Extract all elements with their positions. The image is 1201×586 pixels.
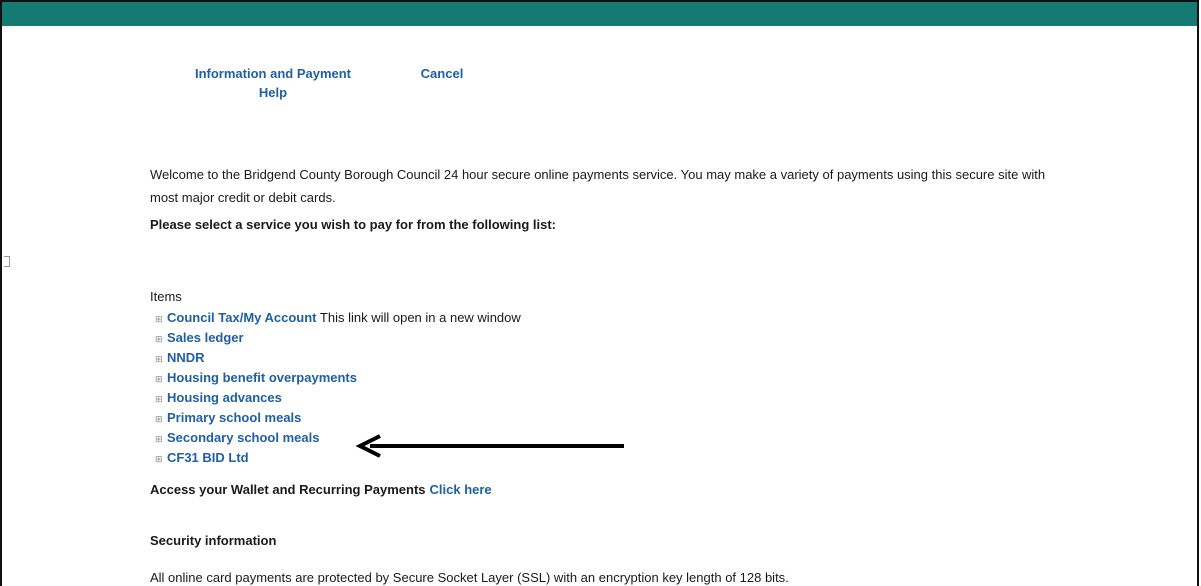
wallet-click-here-link[interactable]: Click here: [430, 482, 492, 497]
bullet-icon: ⊞: [155, 354, 163, 364]
bullet-icon: ⊞: [155, 434, 163, 444]
security-heading: Security information: [150, 533, 277, 548]
list-item: ⊞ Sales ledger: [155, 328, 521, 348]
new-window-note: This link will open in a new window: [319, 310, 521, 325]
nndr-link[interactable]: NNDR: [167, 350, 205, 365]
housing-advances-link[interactable]: Housing advances: [167, 390, 282, 405]
secondary-school-meals-link[interactable]: Secondary school meals: [167, 430, 319, 445]
welcome-text: Welcome to the Bridgend County Borough C…: [150, 167, 1046, 205]
header-bar: [2, 2, 1197, 26]
bullet-icon: ⊞: [155, 314, 163, 324]
bullet-icon: ⊞: [155, 454, 163, 464]
primary-school-meals-link[interactable]: Primary school meals: [167, 410, 301, 425]
top-navigation: Information and Payment Help Cancel: [150, 64, 570, 104]
wallet-text: Access your Wallet and Recurring Payment…: [150, 482, 426, 497]
info-link-line1: Information and Payment: [194, 66, 352, 81]
security-text: All online card payments are protected b…: [150, 570, 789, 585]
sales-ledger-link[interactable]: Sales ledger: [167, 330, 244, 345]
select-service-prompt: Please select a service you wish to pay …: [150, 217, 557, 232]
left-edge-mark: [4, 256, 10, 267]
housing-benefit-overpayments-link[interactable]: Housing benefit overpayments: [167, 370, 357, 385]
bullet-icon: ⊞: [155, 414, 163, 424]
info-link-line2: Help: [258, 85, 288, 100]
bullet-icon: ⊞: [155, 394, 163, 404]
information-and-payment-help-link[interactable]: Information and Payment Help: [173, 64, 373, 102]
list-item: ⊞ Housing benefit overpayments: [155, 368, 521, 388]
council-tax-link[interactable]: Council Tax/My Account: [167, 310, 317, 325]
items-heading: Items: [150, 289, 182, 304]
list-item: ⊞ NNDR: [155, 348, 521, 368]
annotation-arrow-icon: [356, 434, 624, 458]
wallet-line: Access your Wallet and Recurring Payment…: [150, 480, 492, 500]
list-item: ⊞ Council Tax/My Account This link will o…: [155, 308, 521, 328]
list-item: ⊞ Primary school meals: [155, 408, 521, 428]
bullet-icon: ⊞: [155, 374, 163, 384]
intro-section: Welcome to the Bridgend County Borough C…: [150, 163, 1050, 236]
bullet-icon: ⊞: [155, 334, 163, 344]
cancel-link[interactable]: Cancel: [412, 64, 472, 83]
list-item: ⊞ Housing advances: [155, 388, 521, 408]
cf31-bid-ltd-link[interactable]: CF31 BID Ltd: [167, 450, 249, 465]
